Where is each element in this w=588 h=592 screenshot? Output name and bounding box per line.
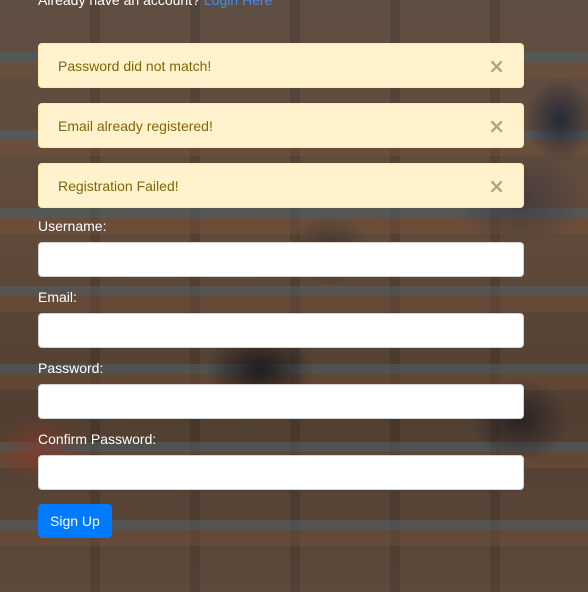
signup-form: Username: Email: Password: Confirm Passw…: [38, 218, 524, 538]
alert-registration-failed: Registration Failed! ×: [38, 163, 524, 208]
login-prompt-text: Already have an account?: [38, 0, 200, 8]
confirm-password-input[interactable]: [38, 455, 524, 490]
alert-email-registered: Email already registered! ×: [38, 103, 524, 148]
username-group: Username:: [38, 218, 524, 277]
login-link[interactable]: Login Here: [204, 0, 273, 8]
alert-message: Registration Failed!: [58, 177, 179, 194]
password-label: Password:: [38, 360, 104, 376]
signup-container: Password did not match! × Email already …: [38, 43, 524, 538]
close-icon[interactable]: ×: [488, 176, 505, 196]
alert-message: Email already registered!: [58, 117, 213, 134]
confirm-password-group: Confirm Password:: [38, 431, 524, 490]
username-input[interactable]: [38, 242, 524, 277]
alert-message: Password did not match!: [58, 57, 212, 74]
email-input[interactable]: [38, 313, 524, 348]
alert-password-mismatch: Password did not match! ×: [38, 43, 524, 88]
username-label: Username:: [38, 218, 107, 234]
close-icon[interactable]: ×: [488, 56, 505, 76]
email-label: Email:: [38, 289, 77, 305]
email-group: Email:: [38, 289, 524, 348]
password-input[interactable]: [38, 384, 524, 419]
login-prompt: Already have an account? Login Here: [38, 0, 272, 8]
sign-up-button[interactable]: Sign Up: [38, 504, 112, 538]
confirm-password-label: Confirm Password:: [38, 431, 157, 447]
password-group: Password:: [38, 360, 524, 419]
close-icon[interactable]: ×: [488, 116, 505, 136]
